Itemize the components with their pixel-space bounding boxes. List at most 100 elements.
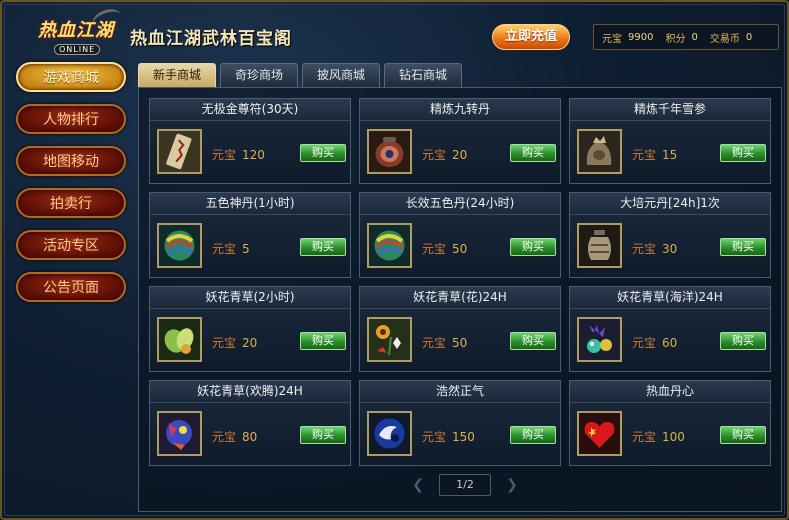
price-currency: 元宝 (632, 148, 657, 162)
price-currency: 元宝 (212, 242, 237, 256)
item-price: 元宝 20 (422, 146, 467, 163)
chevron-right-icon[interactable]: ❯ (505, 478, 519, 492)
tab-diamond-shop[interactable]: 钻石商城 (384, 63, 463, 87)
item-price: 元宝 120 (212, 146, 265, 163)
sidebar-item-auction[interactable]: 拍卖行 (16, 188, 126, 218)
shop-window: 热血江湖 ONLINE 热血江湖武林百宝阁 立即充值 元宝 9900 积分 0 … (0, 0, 789, 520)
item-name: 热血丹心 (570, 381, 770, 403)
shop-tabs: 新手商城 奇珍商场 披风商城 钻石商城 (138, 63, 463, 87)
price-currency: 元宝 (212, 336, 237, 350)
item-price: 元宝 50 (422, 334, 467, 351)
sidebar-item-map-teleport[interactable]: 地图移动 (16, 146, 126, 176)
item-name: 大培元丹[24h]1次 (570, 193, 770, 215)
item-price: 元宝 20 (212, 334, 257, 351)
item-name: 无极金尊符(30天) (150, 99, 350, 121)
buy-button[interactable]: 购买 (510, 332, 556, 350)
ginseng-bag-icon (577, 129, 622, 174)
recharge-button[interactable]: 立即充值 (492, 24, 570, 50)
buy-button[interactable]: 购买 (510, 238, 556, 256)
buy-button[interactable]: 购买 (720, 144, 766, 162)
buy-button[interactable]: 购买 (720, 332, 766, 350)
item-price: 元宝 150 (422, 428, 475, 445)
sidebar-item-game-shop[interactable]: 游戏商城 (16, 62, 126, 92)
item-card: 精炼九转丹 元宝 20 购买 (359, 98, 561, 184)
trade-coin-label: 交易币 (709, 33, 740, 45)
item-grid: 无极金尊符(30天) 元宝 120 购买 精炼九转丹 元宝 20 购买 精炼千年雪参 (149, 98, 771, 466)
sidebar-item-ranking[interactable]: 人物排行 (16, 104, 126, 134)
game-logo: 热血江湖 ONLINE (30, 5, 125, 60)
buy-button[interactable]: 购买 (510, 426, 556, 444)
item-name: 浩然正气 (360, 381, 560, 403)
item-price: 元宝 30 (632, 240, 677, 257)
price-value: 20 (242, 336, 258, 350)
item-name: 妖花青草(欢腾)24H (150, 381, 350, 403)
item-price: 元宝 5 (212, 240, 250, 257)
buy-button[interactable]: 购买 (720, 238, 766, 256)
tab-newbie-shop[interactable]: 新手商城 (138, 63, 217, 87)
item-card: 热血丹心 元宝 100 购买 (569, 380, 771, 466)
yuanbao-value: 9900 (628, 31, 654, 43)
pill-jar-icon (367, 129, 412, 174)
festive-creature-icon (157, 411, 202, 456)
item-name: 五色神丹(1小时) (150, 193, 350, 215)
price-value: 120 (242, 148, 265, 162)
buy-button[interactable]: 购买 (510, 144, 556, 162)
item-card: 大培元丹[24h]1次 元宝 30 购买 (569, 192, 771, 278)
buy-button[interactable]: 购买 (300, 144, 346, 162)
item-price: 元宝 60 (632, 334, 677, 351)
item-card: 妖花青草(海洋)24H 元宝 60 购买 (569, 286, 771, 372)
flower-icon (367, 317, 412, 362)
price-currency: 元宝 (422, 336, 447, 350)
item-price: 元宝 50 (422, 240, 467, 257)
price-currency: 元宝 (632, 430, 657, 444)
price-value: 20 (452, 148, 468, 162)
price-value: 15 (662, 148, 678, 162)
logo-text: 热血江湖 (38, 20, 114, 41)
herb-bundle-icon (157, 317, 202, 362)
yuanbao-label: 元宝 (602, 33, 622, 45)
points-value: 0 (691, 31, 698, 43)
buy-button[interactable]: 购买 (720, 426, 766, 444)
page-indicator: 1/2 (439, 474, 491, 496)
red-heart-icon (577, 411, 622, 456)
page-title: 热血江湖武林百宝阁 (130, 29, 292, 49)
price-currency: 元宝 (422, 242, 447, 256)
item-card: 长效五色丹(24小时) 元宝 50 购买 (359, 192, 561, 278)
item-card: 妖花青草(2小时) 元宝 20 购买 (149, 286, 351, 372)
item-name: 妖花青草(花)24H (360, 287, 560, 309)
urn-icon (577, 223, 622, 268)
tab-treasure-shop[interactable]: 奇珍商场 (220, 63, 299, 87)
buy-button[interactable]: 购买 (300, 238, 346, 256)
price-value: 100 (662, 430, 685, 444)
scroll-icon (157, 129, 202, 174)
price-value: 50 (452, 242, 468, 256)
chevron-left-icon[interactable]: ❮ (411, 478, 425, 492)
price-currency: 元宝 (212, 148, 237, 162)
price-currency: 元宝 (422, 430, 447, 444)
item-name: 妖花青草(海洋)24H (570, 287, 770, 309)
sidebar-item-events[interactable]: 活动专区 (16, 230, 126, 260)
item-card: 浩然正气 元宝 150 购买 (359, 380, 561, 466)
sidebar-item-announcements[interactable]: 公告页面 (16, 272, 126, 302)
item-name: 长效五色丹(24小时) (360, 193, 560, 215)
price-currency: 元宝 (632, 336, 657, 350)
tab-cape-shop[interactable]: 披风商城 (302, 63, 381, 87)
item-name: 精炼九转丹 (360, 99, 560, 121)
buy-button[interactable]: 购买 (300, 426, 346, 444)
pagination: ❮ 1/2 ❯ (411, 474, 519, 496)
item-price: 元宝 80 (212, 428, 257, 445)
item-price: 元宝 100 (632, 428, 685, 445)
swirl-orb-icon (367, 411, 412, 456)
price-value: 5 (242, 242, 250, 256)
item-price: 元宝 15 (632, 146, 677, 163)
price-currency: 元宝 (422, 148, 447, 162)
price-value: 60 (662, 336, 678, 350)
buy-button[interactable]: 购买 (300, 332, 346, 350)
item-card: 妖花青草(欢腾)24H 元宝 80 购买 (149, 380, 351, 466)
sidebar: 游戏商城 人物排行 地图移动 拍卖行 活动专区 公告页面 (16, 62, 132, 314)
item-card: 精炼千年雪参 元宝 15 购买 (569, 98, 771, 184)
shop-content: 无极金尊符(30天) 元宝 120 购买 精炼九转丹 元宝 20 购买 精炼千年雪参 (138, 87, 782, 512)
points-label: 积分 (665, 33, 686, 45)
rainbow-orb-icon (367, 223, 412, 268)
trade-coin-value: 0 (745, 31, 753, 43)
